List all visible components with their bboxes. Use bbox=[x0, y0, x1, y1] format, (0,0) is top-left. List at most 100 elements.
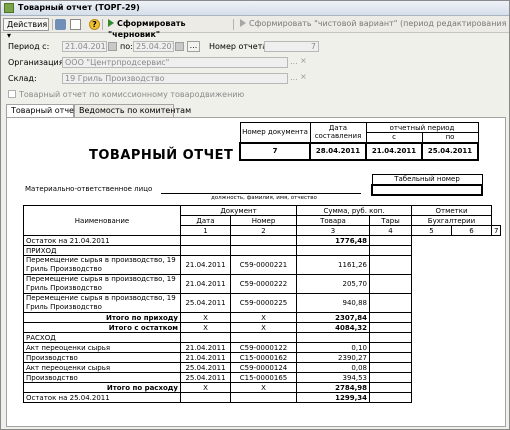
report-grid: Наименование Документ Сумма, руб. коп. О… bbox=[23, 205, 502, 403]
col-goods-header: Товара bbox=[296, 215, 370, 226]
warehouse-input[interactable]: 19 Гриль Производство bbox=[62, 73, 288, 84]
col-index: 1 bbox=[180, 225, 231, 236]
header-from: с bbox=[365, 132, 423, 143]
table-row: РАСХОД bbox=[23, 332, 501, 343]
income-number: С59-0000225 bbox=[230, 293, 297, 313]
toolbar-separator bbox=[233, 19, 234, 30]
report-window: Товарный отчет (ТОРГ-29) Действия ▾ ? Сф… bbox=[0, 0, 510, 430]
play-icon bbox=[108, 19, 114, 27]
period-label: Период с: bbox=[8, 42, 50, 51]
commission-checkbox[interactable] bbox=[8, 90, 16, 98]
table-row: ПРИХОД bbox=[23, 245, 501, 256]
report-sheet: ТОВАРНЫЙ ОТЧЕТ Номер документа Дата сост… bbox=[15, 118, 505, 426]
col-index: 5 bbox=[411, 225, 452, 236]
help-icon[interactable]: ? bbox=[89, 19, 100, 30]
database-icon[interactable] bbox=[55, 19, 66, 30]
responsible-person-label: Материально-ответственное лицо bbox=[25, 185, 153, 193]
report-area: ТОВАРНЫЙ ОТЧЕТ Номер документа Дата сост… bbox=[6, 117, 506, 427]
select-dots-icon[interactable]: ... bbox=[290, 73, 298, 82]
income-name: Перемещение сырья в производство, 19 Гри… bbox=[23, 293, 181, 313]
clear-icon[interactable]: × bbox=[300, 56, 307, 65]
date-to-input[interactable]: 25.04.2011 bbox=[133, 41, 174, 52]
col-document-header: Документ bbox=[180, 205, 297, 216]
commission-checkbox-label: Товарный отчет по комиссионному товародв… bbox=[19, 90, 245, 99]
expense-date: 21.04.2011 bbox=[180, 352, 231, 363]
period-select-button[interactable]: ... bbox=[187, 41, 200, 52]
income-sum: 1161,26 bbox=[296, 255, 370, 275]
col-index: 6 bbox=[451, 225, 492, 236]
income-total-value: 2307,84 bbox=[296, 312, 370, 323]
table-row: Перемещение сырья в производство, 19 Гри… bbox=[23, 274, 501, 294]
dropdown-arrow-icon: ▾ bbox=[7, 31, 12, 40]
col-sum-header: Сумма, руб. коп. bbox=[296, 205, 412, 216]
income-section-label: ПРИХОД bbox=[23, 245, 181, 256]
form-draft-button[interactable]: Сформировать "черновик" bbox=[105, 18, 229, 39]
expense-section-label: РАСХОД bbox=[23, 332, 181, 343]
col-number-header: Номер bbox=[230, 215, 297, 226]
expense-name: Акт переоценки сырья bbox=[23, 342, 181, 353]
report-title: ТОВАРНЫЙ ОТЧЕТ bbox=[89, 148, 234, 163]
organization-label: Организация: bbox=[8, 58, 67, 67]
date-from-input[interactable]: 21.04.2011 bbox=[62, 41, 107, 52]
income-date: 21.04.2011 bbox=[180, 255, 231, 275]
final-label: Сформировать "чистовой вариант" (период … bbox=[249, 19, 507, 28]
income-total-x: X bbox=[180, 312, 231, 323]
table-row: Остаток на 25.04.2011 1299,34 bbox=[23, 392, 501, 403]
clear-icon[interactable]: × bbox=[300, 72, 307, 81]
document-icon[interactable] bbox=[70, 19, 81, 30]
table-row: Производство 25.04.2011 С15-0000165 394,… bbox=[23, 372, 501, 383]
header-doc-number: Номер документа bbox=[239, 122, 311, 143]
play-icon bbox=[240, 19, 246, 27]
app-icon bbox=[4, 3, 14, 13]
expense-sum: 394,53 bbox=[296, 372, 370, 383]
form-final-button[interactable]: Сформировать "чистовой вариант" (период … bbox=[237, 18, 507, 31]
income-date: 21.04.2011 bbox=[180, 274, 231, 294]
expense-sum: 2390,27 bbox=[296, 352, 370, 363]
table-row: Акт переоценки сырья 25.04.2011 С59-0000… bbox=[23, 362, 501, 373]
with-balance-value: 4084,32 bbox=[296, 322, 370, 333]
table-row: Перемещение сырья в производство, 19 Гри… bbox=[23, 255, 501, 275]
income-total-label: Итого по приходу bbox=[23, 312, 181, 323]
col-date-header: Дата bbox=[180, 215, 231, 226]
select-dots-icon[interactable]: ... bbox=[290, 57, 298, 66]
report-number-input[interactable]: 7 bbox=[264, 41, 319, 52]
table-row: Итого с остатком X X 4084,32 bbox=[23, 322, 501, 333]
col-tare-header: Тары bbox=[369, 215, 412, 226]
opening-balance-value: 1776,48 bbox=[296, 235, 370, 246]
value-doc-number: 7 bbox=[239, 141, 311, 161]
income-number: С59-0000221 bbox=[230, 255, 297, 275]
expense-number: С15-0000165 bbox=[230, 372, 297, 383]
income-date: 25.04.2011 bbox=[180, 293, 231, 313]
responsible-person-line bbox=[161, 193, 361, 194]
table-row: Остаток на 21.04.2011 1776,48 bbox=[23, 235, 501, 246]
window-title: Товарный отчет (ТОРГ-29) bbox=[18, 3, 140, 12]
calendar-icon[interactable] bbox=[175, 42, 184, 51]
warehouse-label: Склад: bbox=[8, 74, 37, 83]
with-balance-label: Итого с остатком bbox=[23, 322, 181, 333]
calendar-icon[interactable] bbox=[108, 42, 117, 51]
closing-balance-label: Остаток на 25.04.2011 bbox=[23, 392, 181, 403]
header-to: по bbox=[421, 132, 479, 143]
tab-goods-report[interactable]: Товарный отчет bbox=[6, 104, 79, 118]
expense-number: С59-0000124 bbox=[230, 362, 297, 373]
expense-total-value: 2784,98 bbox=[296, 382, 370, 393]
income-number: С59-0000222 bbox=[230, 274, 297, 294]
col-index: 3 bbox=[296, 225, 370, 236]
table-row: Производство 21.04.2011 С15-0000162 2390… bbox=[23, 352, 501, 363]
expense-sum: 0,08 bbox=[296, 362, 370, 373]
toolbar-separator bbox=[52, 19, 53, 30]
actions-label: Действия bbox=[7, 20, 48, 29]
closing-balance-value: 1299,34 bbox=[296, 392, 370, 403]
actions-menu-button[interactable]: Действия ▾ bbox=[3, 18, 49, 40]
with-balance-x: X bbox=[180, 322, 231, 333]
header-date: Дата составления bbox=[309, 122, 367, 143]
income-sum: 940,88 bbox=[296, 293, 370, 313]
expense-total-x: X bbox=[180, 382, 231, 393]
table-row: Итого по приходу X X 2307,84 bbox=[23, 312, 501, 323]
tab-consignor-statement[interactable]: Ведомость по комитентам bbox=[74, 104, 191, 117]
organization-input[interactable]: ООО "Центрпродсервис" bbox=[62, 57, 288, 68]
table-row: Итого по расходу X X 2784,98 bbox=[23, 382, 501, 393]
tab-number-label: Табельный номер bbox=[371, 174, 483, 185]
expense-date: 25.04.2011 bbox=[180, 362, 231, 373]
income-name: Перемещение сырья в производство, 19 Гри… bbox=[23, 255, 181, 275]
